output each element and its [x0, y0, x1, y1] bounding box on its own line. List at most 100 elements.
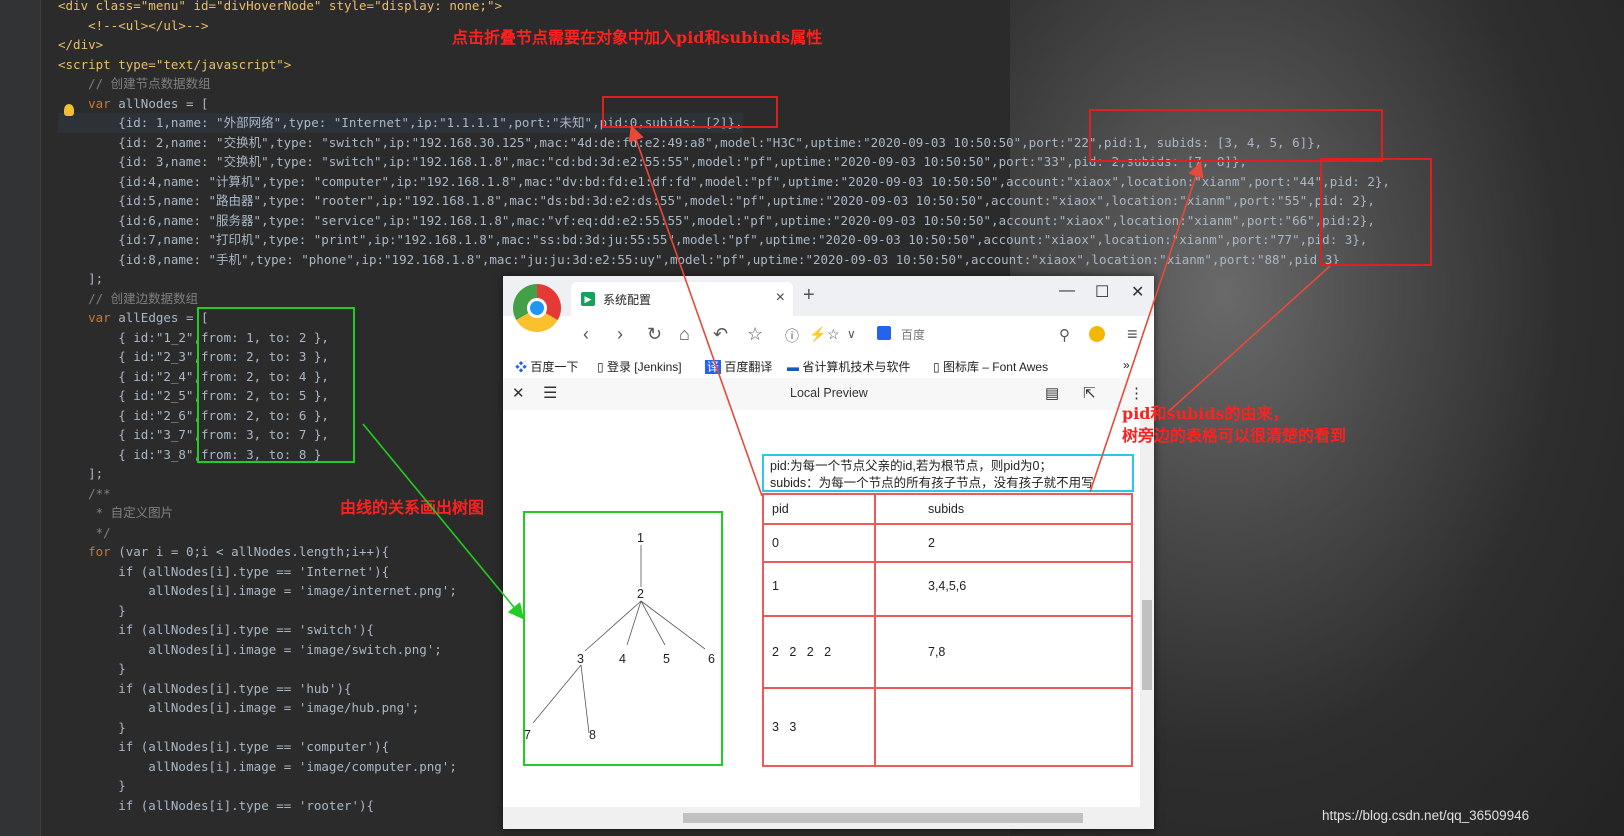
code-line[interactable]: if (allNodes[i].type == 'switch'){: [58, 620, 374, 640]
bookmark-baidu[interactable]: ❖ 百度一下: [515, 358, 578, 375]
code-line[interactable]: // 创建边数据数组: [58, 289, 198, 309]
code-line[interactable]: allNodes[i].image = 'image/computer.png'…: [58, 757, 457, 777]
keyword: var: [88, 310, 111, 325]
tree-node-6[interactable]: 6: [708, 652, 715, 666]
table-header-subids: subids: [874, 493, 1133, 525]
keyword: var: [88, 95, 111, 111]
code-line[interactable]: <div class="menu" id="divHoverNode" styl…: [58, 0, 502, 16]
vertical-scrollbar[interactable]: [1140, 410, 1154, 807]
search-icon[interactable]: ⚲: [1059, 326, 1070, 344]
tree-node-2[interactable]: 2: [637, 587, 644, 601]
code-line[interactable]: var allNodes = [: [58, 94, 208, 114]
browser-window[interactable]: ▶ 系统配置 × + — ☐ ✕ ‹ › ↻ ⌂ ↶ ☆ ⓘ ⚡ ☆ ∨ ⚲ ≡…: [503, 276, 1154, 829]
code-line[interactable]: {id:6,name: "服务器",type: "service",ip:"19…: [58, 211, 1375, 231]
code-line[interactable]: {id:8,name: "手机",type: "phone",ip:"192.1…: [58, 250, 1340, 270]
code-line[interactable]: if (allNodes[i].type == 'rooter'){: [58, 796, 374, 816]
menu-icon[interactable]: ≡: [1127, 324, 1138, 345]
export-icon[interactable]: ⇱: [1083, 384, 1096, 402]
code-line[interactable]: ];: [58, 269, 103, 289]
code-line[interactable]: if (allNodes[i].type == 'Internet'){: [58, 562, 389, 582]
paw-icon: ❖: [515, 360, 528, 374]
code-line[interactable]: allNodes[i].image = 'image/switch.png';: [58, 640, 442, 660]
bookmark-jenkins[interactable]: ▯ 登录 [Jenkins]: [597, 358, 682, 375]
tree-node-1[interactable]: 1: [637, 531, 644, 545]
back-icon[interactable]: ‹: [583, 324, 589, 345]
code-line[interactable]: ];: [58, 464, 103, 484]
tab-system-config[interactable]: ▶ 系统配置 ×: [571, 282, 793, 316]
star-icon[interactable]: ☆: [747, 324, 763, 345]
code-line[interactable]: var allEdges = [: [58, 308, 208, 328]
code-line[interactable]: */: [58, 523, 111, 543]
annotation-origin-line1: pid和subids的由来，: [1122, 404, 1289, 423]
code-line[interactable]: <!--<ul></ul>-->: [58, 16, 208, 36]
bookmark-fontawesome[interactable]: ▯ 图标库 – Font Awes: [933, 358, 1048, 375]
code-line[interactable]: // 创建节点数据数组: [58, 74, 211, 94]
site-icon: ▬: [787, 360, 799, 374]
bookmarks-more[interactable]: »: [1123, 358, 1130, 372]
lightning-icon[interactable]: ⚡: [809, 326, 826, 343]
minimize-icon[interactable]: —: [1059, 282, 1075, 300]
code-line[interactable]: * 自定义图片: [58, 503, 174, 523]
document-icon[interactable]: ▤: [1045, 384, 1059, 402]
tree-diagram: 1 2 3 4 5 6 7 8: [523, 511, 723, 766]
preview-toolbar: ✕ ☰ Local Preview ▤ ⇱ ⋮: [503, 378, 1154, 411]
tree-node-7[interactable]: 7: [524, 728, 531, 742]
address-bar: ‹ › ↻ ⌂ ↶ ☆ ⓘ ⚡ ☆ ∨ ⚲ ≡: [503, 316, 1154, 352]
code-line[interactable]: if (allNodes[i].type == 'computer'){: [58, 737, 389, 757]
highlight-box-pid-subids: [602, 96, 778, 128]
chevron-down-icon[interactable]: ∨: [847, 327, 856, 341]
table-header-pid: pid: [762, 493, 876, 525]
forward-icon[interactable]: ›: [617, 324, 623, 345]
outline-icon[interactable]: ☰: [543, 383, 557, 403]
code-line[interactable]: {id:5,name: "路由器",type: "rooter",ip:"192…: [58, 191, 1375, 211]
description-pid: pid:为每一个节点父亲的id,若为根节点，则pid为0；: [770, 459, 1052, 473]
table-cell-pid: 1: [762, 561, 876, 617]
watermark: https://blog.csdn.net/qq_36509946: [1322, 808, 1530, 823]
highlight-box-edges: [197, 307, 355, 463]
close-window-icon[interactable]: ✕: [1131, 282, 1144, 302]
page-icon: ▯: [933, 360, 940, 374]
maximize-icon[interactable]: ☐: [1095, 282, 1109, 302]
code-line[interactable]: {id:4,name: "计算机",type: "computer",ip:"1…: [58, 172, 1390, 192]
code-line[interactable]: }: [58, 718, 126, 738]
code-line[interactable]: }: [58, 601, 126, 621]
code-line[interactable]: allNodes[i].image = 'image/hub.png';: [58, 698, 419, 718]
favorite-icon[interactable]: ☆: [827, 326, 840, 343]
info-icon[interactable]: ⓘ: [785, 326, 799, 346]
code-line[interactable]: <script type="text/javascript">: [58, 55, 291, 75]
vertical-scroll-thumb[interactable]: [1142, 600, 1152, 690]
tree-edges: [532, 545, 706, 734]
baidu-paw-icon: [877, 326, 891, 340]
tree-node-4[interactable]: 4: [619, 652, 626, 666]
horizontal-scroll-thumb[interactable]: [683, 813, 1083, 823]
refresh-icon[interactable]: ↻: [647, 324, 662, 345]
tree-node-5[interactable]: 5: [663, 652, 670, 666]
close-icon[interactable]: ✕: [512, 384, 525, 402]
code-line[interactable]: }: [58, 776, 126, 796]
horizontal-scrollbar[interactable]: [503, 807, 1154, 829]
lightbulb-icon[interactable]: [64, 104, 74, 116]
undo-icon[interactable]: ↶: [713, 324, 728, 345]
extension-icon[interactable]: [1089, 326, 1105, 342]
code-line[interactable]: }: [58, 659, 126, 679]
bookmark-soft[interactable]: ▬ 省计算机技术与软件: [787, 358, 910, 375]
description-subids: subids：为每一个节点的所有孩子节点，没有孩子就不用写: [770, 476, 1094, 490]
highlight-box-subids-list: [1089, 109, 1383, 162]
tree-node-3[interactable]: 3: [577, 652, 584, 666]
code-line[interactable]: if (allNodes[i].type == 'hub'){: [58, 679, 351, 699]
code-line[interactable]: for (var i = 0;i < allNodes.length;i++){: [58, 542, 389, 562]
description-box: pid:为每一个节点父亲的id,若为根节点，则pid为0； subids：为每一…: [762, 454, 1134, 492]
tree-node-8[interactable]: 8: [589, 728, 596, 742]
code-line[interactable]: </div>: [58, 35, 103, 55]
search-input[interactable]: [899, 324, 1053, 346]
table-cell-subids: 7,8: [874, 615, 1133, 689]
code-line[interactable]: {id:7,name: "打印机",type: "print",ip:"192.…: [58, 230, 1367, 250]
code-line[interactable]: {id: 3,name: "交换机",type: "switch",ip:"19…: [58, 152, 1247, 172]
code-line[interactable]: allNodes[i].image = 'image/internet.png'…: [58, 581, 457, 601]
close-tab-icon[interactable]: ×: [776, 289, 785, 307]
new-tab-button[interactable]: +: [803, 284, 815, 307]
home-icon[interactable]: ⌂: [679, 324, 690, 345]
code-line[interactable]: /**: [58, 484, 111, 504]
browser-logo-icon: [513, 284, 561, 332]
bookmark-translate[interactable]: 译 百度翻译: [705, 358, 772, 375]
